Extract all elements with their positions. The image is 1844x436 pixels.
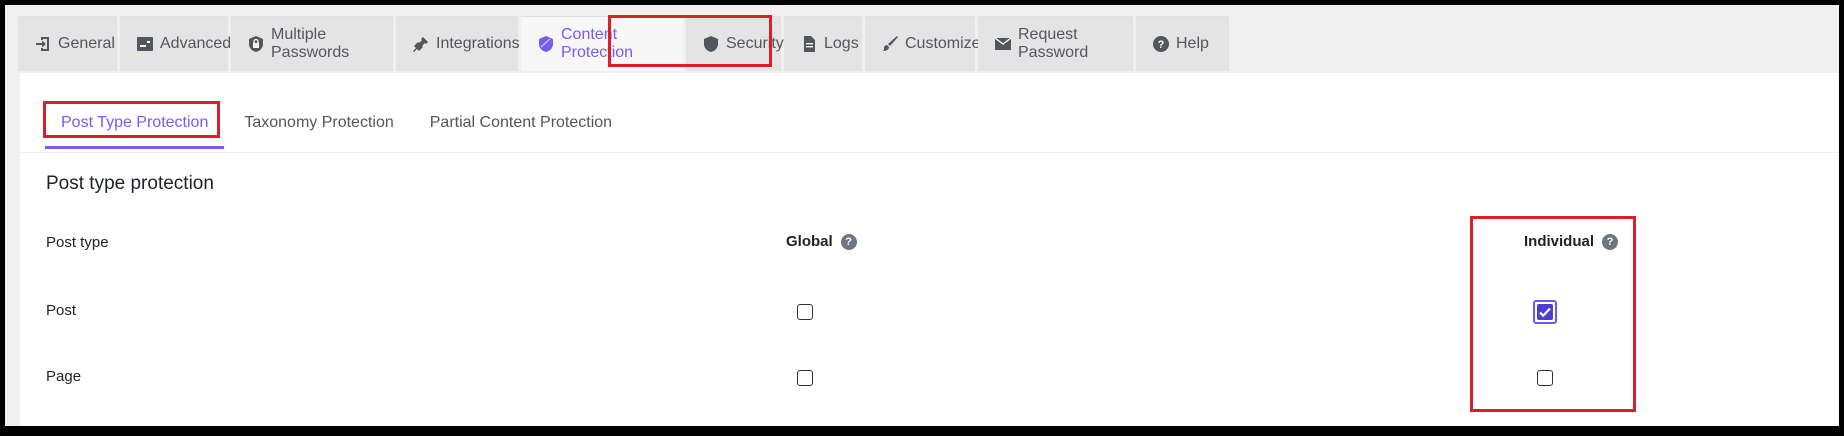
subtab-partial-content-protection-label: Partial Content Protection xyxy=(429,114,613,131)
help-icon[interactable]: ? xyxy=(840,233,857,250)
tab-request-password-label: Request Password xyxy=(1018,26,1089,61)
row-label-page: Page xyxy=(46,368,82,385)
settings-tab-bar: General Advanced Multiple Passwords Inte… xyxy=(18,16,1232,74)
page-individual-checkbox[interactable] xyxy=(1537,370,1553,386)
svg-text:?: ? xyxy=(1158,39,1165,51)
tab-general[interactable]: General xyxy=(18,16,117,71)
tab-help-label: Help xyxy=(1176,35,1209,52)
tab-logs[interactable]: Logs xyxy=(784,16,862,71)
tab-content-protection[interactable]: Content Protection xyxy=(521,16,683,71)
tab-help[interactable]: ? Help xyxy=(1136,16,1229,71)
brush-icon xyxy=(881,35,899,53)
subtab-partial-content-protection[interactable]: Partial Content Protection xyxy=(414,99,628,147)
section-title: Post type protection xyxy=(46,173,214,194)
tab-customize-label: Customize xyxy=(905,35,981,52)
column-header-individual: Individual ? xyxy=(1524,233,1619,250)
subtab-post-type-protection[interactable]: Post Type Protection xyxy=(45,99,225,149)
subtab-taxonomy-protection-label: Taxonomy Protection xyxy=(244,114,394,131)
tab-integrations-label: Integrations xyxy=(436,35,520,52)
column-header-post-type: Post type xyxy=(46,234,109,251)
tab-customize[interactable]: Customize xyxy=(865,16,981,71)
question-icon: ? xyxy=(1152,35,1170,53)
plug-icon xyxy=(412,35,430,53)
column-header-global-label: Global xyxy=(786,233,833,250)
tab-multiple-passwords[interactable]: Multiple Passwords xyxy=(231,16,393,71)
shield-icon xyxy=(537,35,555,53)
shield-lock-icon xyxy=(247,35,265,53)
envelope-icon xyxy=(994,35,1012,53)
subtab-taxonomy-protection[interactable]: Taxonomy Protection xyxy=(228,99,409,147)
checkmark-icon xyxy=(1537,304,1553,320)
tab-content-protection-label: Content Protection xyxy=(561,26,634,61)
row-label-post: Post xyxy=(46,302,77,319)
shield-icon xyxy=(702,35,720,53)
document-icon xyxy=(800,35,818,53)
tab-multiple-passwords-label: Multiple Passwords xyxy=(271,26,350,61)
tab-security-label: Security xyxy=(726,35,784,52)
subtab-divider xyxy=(20,152,1839,153)
tab-request-password[interactable]: Request Password xyxy=(978,16,1133,71)
advanced-icon xyxy=(136,35,154,53)
tab-security[interactable]: Security xyxy=(686,16,784,71)
tab-integrations[interactable]: Integrations xyxy=(396,16,520,71)
tab-general-label: General xyxy=(58,35,115,52)
sign-in-icon xyxy=(34,35,52,53)
post-individual-checkbox[interactable] xyxy=(1533,300,1557,324)
app-frame: General Advanced Multiple Passwords Inte… xyxy=(5,5,1839,426)
subtab-bar: Post Type Protection Taxonomy Protection… xyxy=(45,99,628,149)
tab-advanced-label: Advanced xyxy=(160,35,232,52)
tab-logs-label: Logs xyxy=(824,35,859,52)
page-global-checkbox[interactable] xyxy=(797,370,813,386)
column-header-individual-label: Individual xyxy=(1524,233,1595,250)
post-global-checkbox[interactable] xyxy=(797,304,813,320)
content-panel: Post Type Protection Taxonomy Protection… xyxy=(20,73,1839,426)
tab-advanced[interactable]: Advanced xyxy=(120,16,232,71)
help-icon[interactable]: ? xyxy=(1602,233,1619,250)
subtab-post-type-protection-label: Post Type Protection xyxy=(61,114,209,131)
column-header-global: Global ? xyxy=(786,233,857,250)
